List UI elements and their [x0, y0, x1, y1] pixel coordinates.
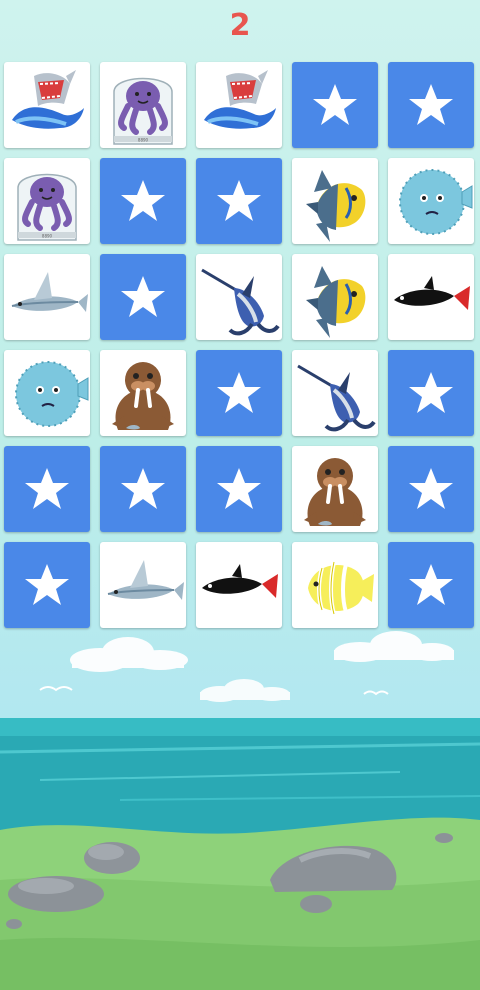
star-icon — [121, 468, 165, 509]
card-flying-fish[interactable] — [4, 254, 90, 340]
card-marlin[interactable] — [292, 350, 378, 436]
rock-icon — [8, 876, 104, 912]
angelfish-icon — [306, 170, 366, 242]
card-face-down[interactable] — [196, 158, 282, 244]
card-face-down[interactable] — [4, 446, 90, 532]
bird-icon — [39, 686, 73, 692]
card-face-down[interactable] — [196, 350, 282, 436]
octopus-icon: 8890 — [17, 173, 77, 241]
butterflyfish-icon — [308, 561, 374, 615]
card-face-down[interactable] — [100, 158, 186, 244]
card-face-down[interactable] — [388, 542, 474, 628]
star-icon — [409, 84, 453, 125]
star-icon — [25, 564, 69, 605]
star-icon — [313, 84, 357, 125]
star-icon — [121, 180, 165, 221]
octopus-icon: 8890 — [113, 77, 173, 145]
svg-text:8890: 8890 — [42, 234, 53, 239]
angelfish-icon — [306, 266, 366, 338]
star-icon — [409, 372, 453, 413]
cloud-icon — [334, 631, 454, 662]
walrus-icon — [304, 458, 366, 526]
card-flying-fish[interactable] — [100, 542, 186, 628]
card-angelfish[interactable] — [292, 254, 378, 340]
card-face-down[interactable] — [388, 350, 474, 436]
card-shark[interactable] — [196, 62, 282, 148]
star-icon — [217, 180, 261, 221]
flying-fish-icon — [107, 560, 184, 600]
flying-fish-icon — [11, 272, 88, 312]
red-tail-shark-icon — [394, 276, 470, 310]
card-angelfish[interactable] — [292, 158, 378, 244]
cloud-icon — [70, 637, 188, 672]
card-face-down[interactable] — [100, 254, 186, 340]
star-icon — [25, 468, 69, 509]
card-butterflyfish[interactable] — [292, 542, 378, 628]
rock-icon — [435, 833, 453, 843]
card-face-down[interactable] — [388, 446, 474, 532]
card-face-down[interactable] — [4, 542, 90, 628]
cloud-icon — [200, 679, 290, 702]
star-icon — [121, 276, 165, 317]
card-red-tail-shark[interactable] — [388, 254, 474, 340]
card-face-down[interactable] — [196, 446, 282, 532]
card-face-down[interactable] — [292, 62, 378, 148]
shark-icon — [204, 70, 276, 129]
star-icon — [409, 468, 453, 509]
card-pufferfish[interactable] — [388, 158, 474, 244]
game-screen: 2 8890 8890 — [0, 0, 480, 990]
card-walrus[interactable] — [100, 350, 186, 436]
card-marlin[interactable] — [196, 254, 282, 340]
card-face-down[interactable] — [388, 62, 474, 148]
bird-icon — [363, 690, 389, 696]
card-face-down[interactable] — [100, 446, 186, 532]
rock-icon — [300, 895, 332, 913]
star-icon — [409, 564, 453, 605]
svg-text:8890: 8890 — [138, 138, 149, 143]
card-octopus[interactable]: 8890 — [4, 158, 90, 244]
rock-icon — [6, 919, 22, 929]
marlin-icon — [201, 268, 280, 336]
card-octopus[interactable]: 8890 — [100, 62, 186, 148]
shark-icon — [12, 70, 84, 129]
score-counter: 2 — [229, 8, 251, 43]
card-walrus[interactable] — [292, 446, 378, 532]
walrus-icon — [112, 362, 174, 430]
card-pufferfish[interactable] — [4, 350, 90, 436]
card-shark[interactable] — [4, 62, 90, 148]
star-icon — [217, 372, 261, 413]
red-tail-shark-icon — [202, 564, 278, 598]
star-icon — [217, 468, 261, 509]
card-red-tail-shark[interactable] — [196, 542, 282, 628]
pufferfish-icon — [15, 361, 89, 427]
marlin-icon — [297, 364, 376, 432]
rock-icon — [84, 842, 140, 874]
pufferfish-icon — [399, 169, 473, 235]
